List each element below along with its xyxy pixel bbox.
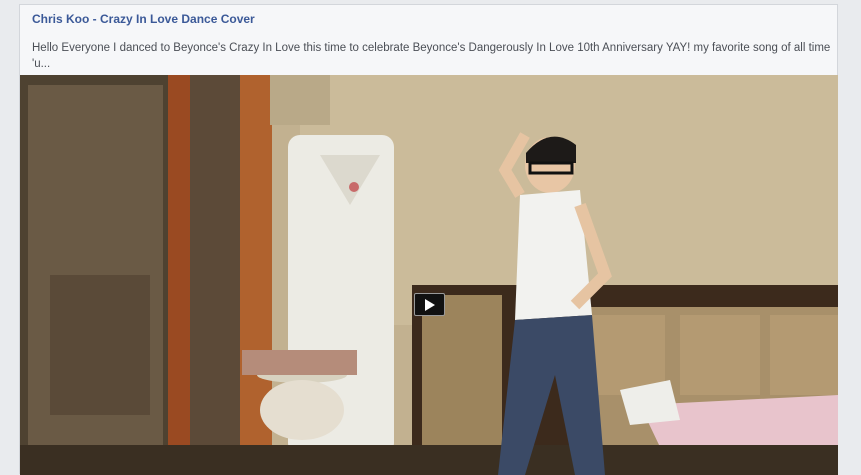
play-button[interactable]	[414, 293, 445, 316]
video-thumbnail[interactable]	[20, 75, 838, 475]
video-frame-scene	[20, 75, 838, 475]
video-post-card: Chris Koo - Crazy In Love Dance Cover He…	[19, 4, 838, 475]
play-icon	[424, 299, 435, 311]
video-title-link[interactable]: Chris Koo - Crazy In Love Dance Cover	[32, 12, 255, 26]
video-description: Hello Everyone I danced to Beyonce's Cra…	[32, 42, 831, 70]
